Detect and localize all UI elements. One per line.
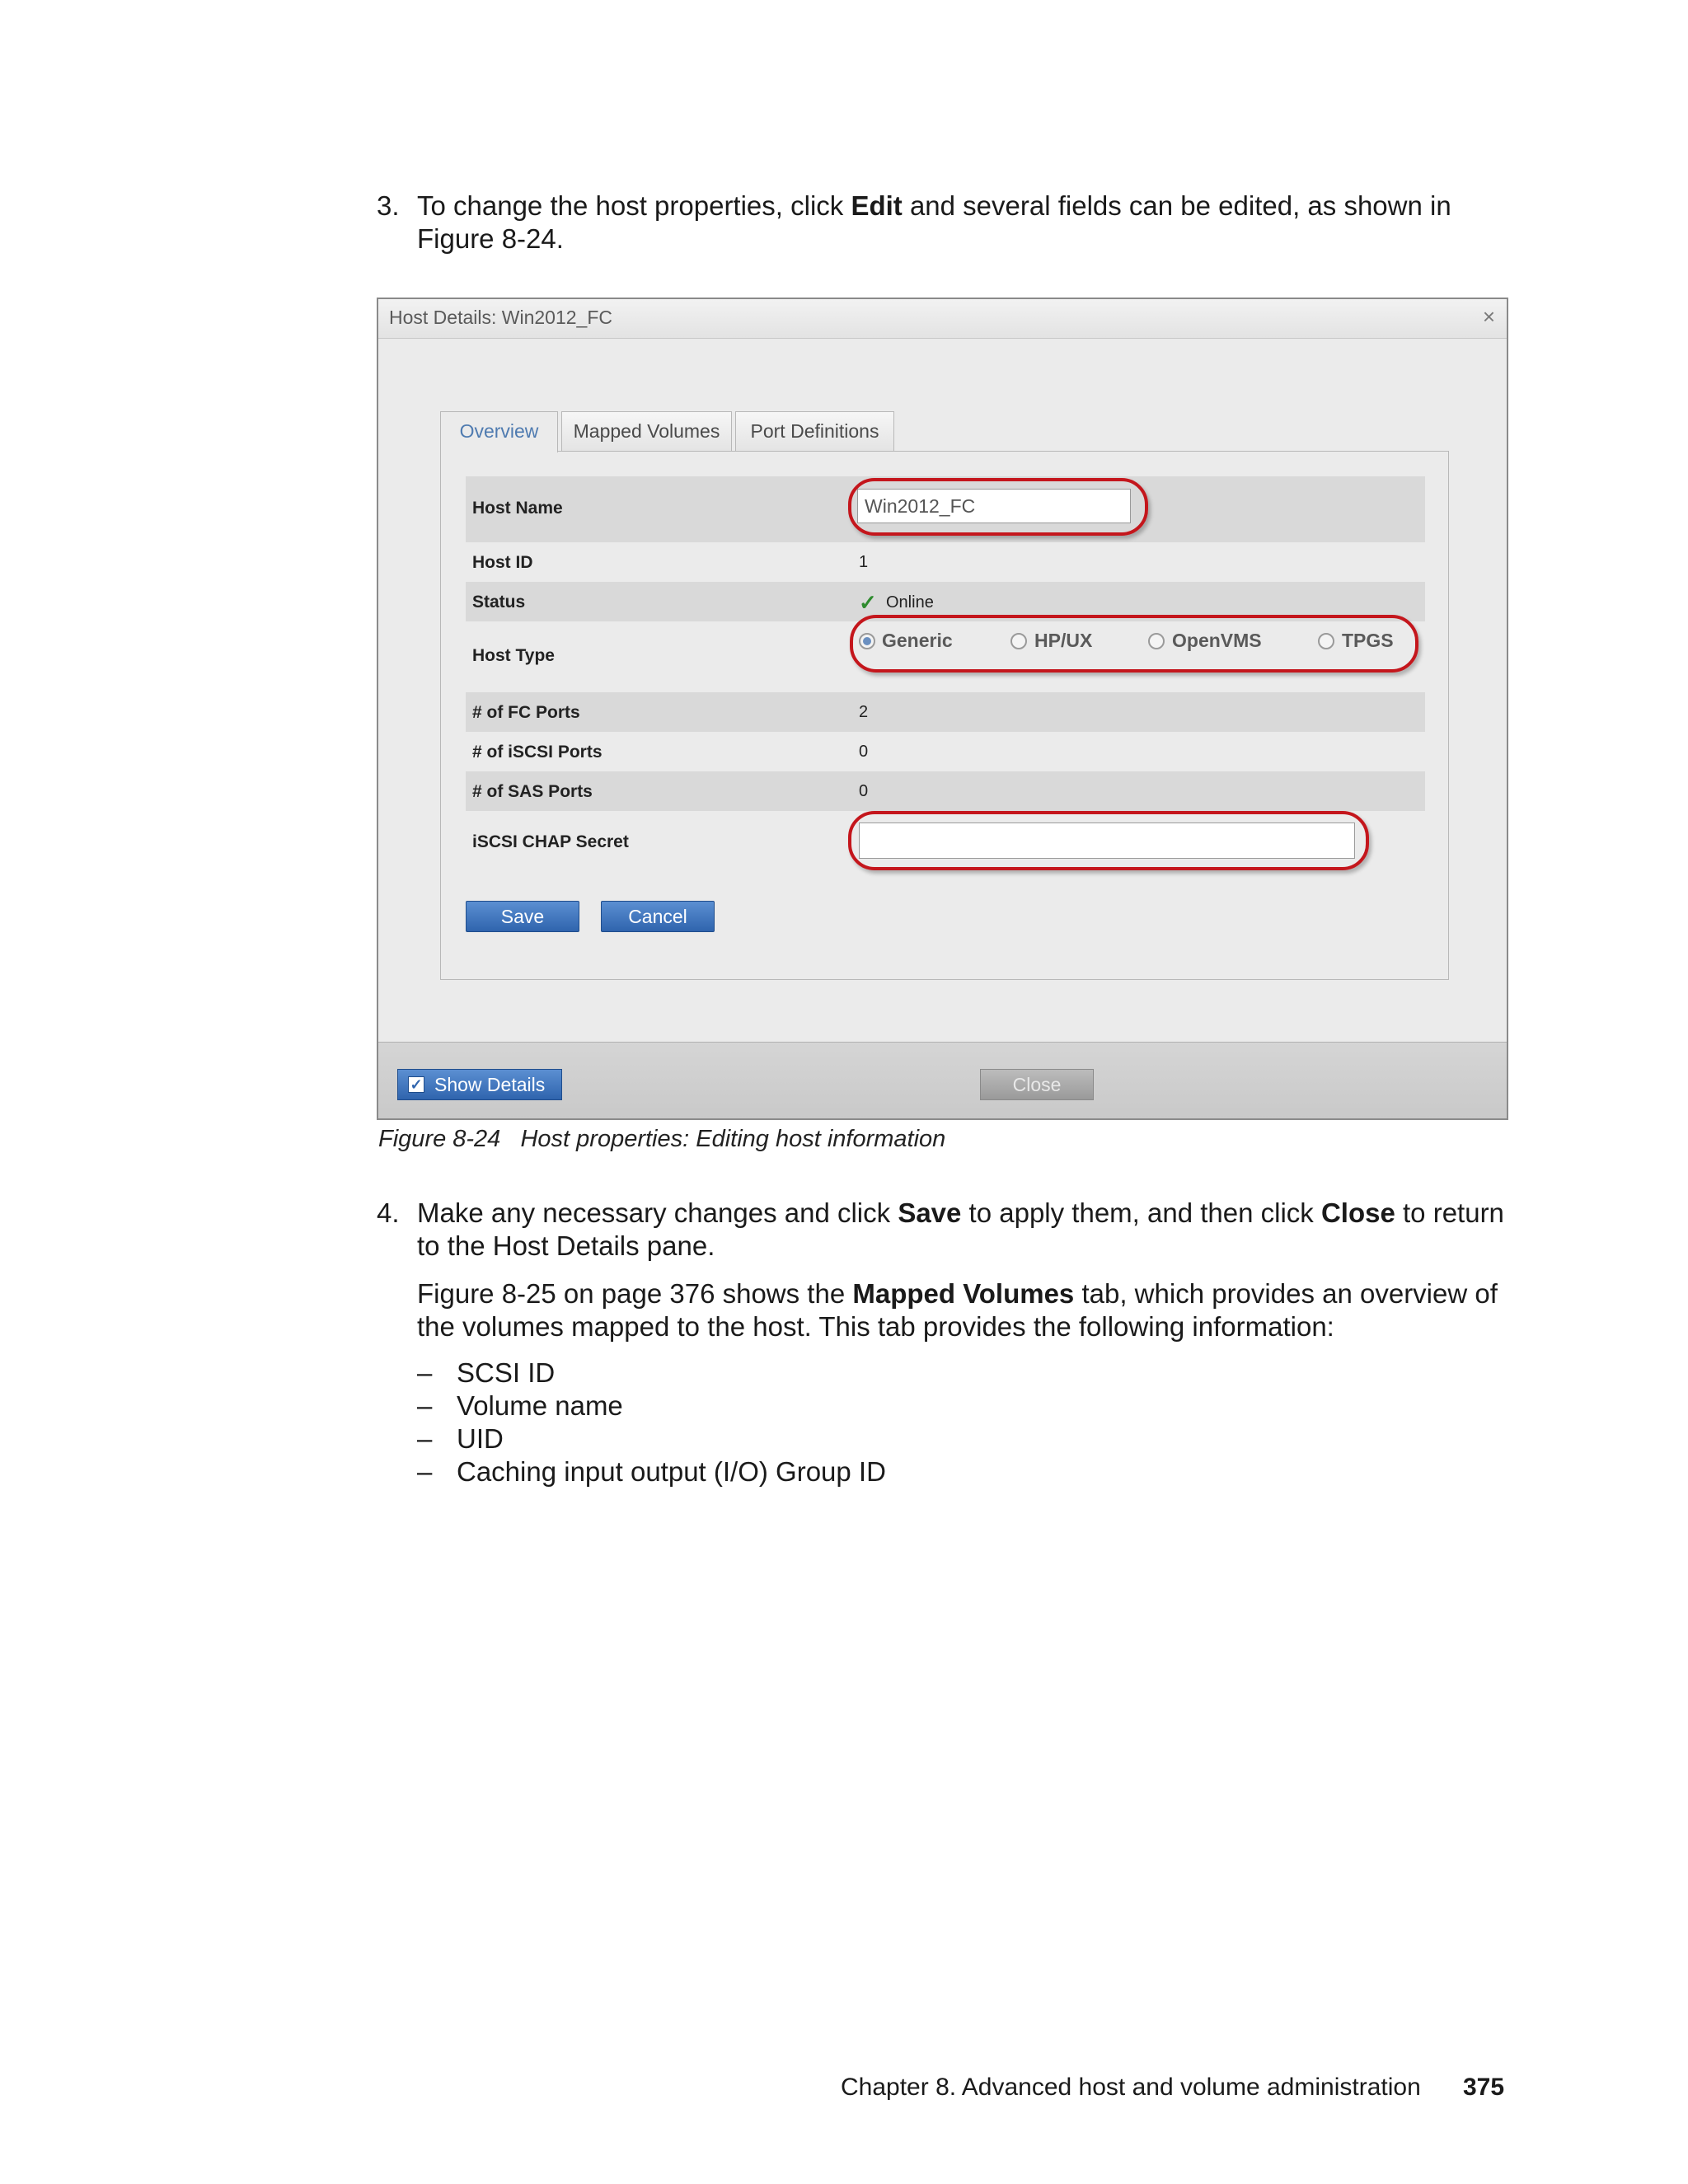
step-4-number: 4. — [377, 1197, 400, 1228]
step-3-text-line2: Figure 8-24. — [417, 223, 564, 254]
status-value: Online — [886, 593, 934, 612]
row-sas-ports: # of SAS Ports 0 — [466, 771, 1425, 811]
close-button[interactable]: Close — [980, 1069, 1094, 1100]
dialog-title: Host Details: Win2012_FC — [389, 307, 612, 328]
step-4-text-line2: to the Host Details pane. — [417, 1230, 715, 1261]
mapped-volumes-paragraph-line2: the volumes mapped to the host. This tab… — [417, 1311, 1334, 1342]
dialog-footer: ✓ Show Details Close — [378, 1042, 1507, 1118]
row-chap-secret: iSCSI CHAP Secret — [466, 811, 1425, 877]
row-iscsi-ports: # of iSCSI Ports 0 — [466, 732, 1425, 771]
host-id-value: 1 — [859, 553, 869, 571]
highlight-ring — [848, 478, 1148, 536]
tab-mapped-volumes[interactable]: Mapped Volumes — [561, 411, 732, 451]
page-number: 375 — [1463, 2074, 1505, 2101]
mapped-volumes-paragraph: Figure 8-25 on page 376 shows the Mapped… — [417, 1278, 1498, 1309]
check-icon: ✓ — [859, 590, 877, 615]
figure-caption: Figure 8-24 Host properties: Editing hos… — [378, 1126, 946, 1152]
chapter-footer: Chapter 8. Advanced host and volume admi… — [841, 2074, 1421, 2101]
tab-port-definitions[interactable]: Port Definitions — [735, 411, 894, 451]
chap-secret-label: iSCSI CHAP Secret — [472, 832, 629, 851]
show-details-label: Show Details — [434, 1074, 546, 1095]
row-fc-ports: # of FC Ports 2 — [466, 692, 1425, 732]
highlight-ring — [848, 811, 1369, 870]
step-4-text: Make any necessary changes and click Sav… — [417, 1197, 1504, 1228]
close-icon[interactable]: × — [1483, 304, 1495, 330]
overview-panel: Host Name Host ID 1 Status ✓ Online Host… — [440, 451, 1449, 980]
fc-ports-value: 2 — [859, 703, 869, 721]
iscsi-ports-value: 0 — [859, 743, 869, 761]
show-details-toggle[interactable]: ✓ Show Details — [397, 1069, 562, 1100]
host-type-label: Host Type — [472, 646, 555, 665]
dialog-titlebar: Host Details: Win2012_FC × — [378, 299, 1507, 339]
row-host-id: Host ID 1 — [466, 542, 1425, 582]
host-id-label: Host ID — [472, 553, 533, 572]
sas-ports-label: # of SAS Ports — [472, 782, 593, 801]
sas-ports-value: 0 — [859, 782, 869, 800]
cancel-button[interactable]: Cancel — [601, 901, 715, 932]
host-details-dialog: Host Details: Win2012_FC × Overview Mapp… — [377, 298, 1508, 1120]
tab-overview[interactable]: Overview — [440, 411, 558, 452]
checkbox-checked-icon[interactable]: ✓ — [408, 1076, 424, 1093]
row-host-type: Host Type Generic HP/UX OpenVMS TPGS — [466, 615, 1425, 692]
status-label: Status — [472, 593, 526, 612]
fc-ports-label: # of FC Ports — [472, 703, 580, 722]
save-button[interactable]: Save — [466, 901, 579, 932]
step-3-number: 3. — [377, 190, 400, 221]
host-name-label: Host Name — [472, 499, 563, 518]
row-host-name: Host Name — [466, 476, 1425, 542]
step-3-text: To change the host properties, click Edi… — [417, 190, 1451, 221]
highlight-ring — [850, 615, 1418, 673]
iscsi-ports-label: # of iSCSI Ports — [472, 743, 603, 762]
